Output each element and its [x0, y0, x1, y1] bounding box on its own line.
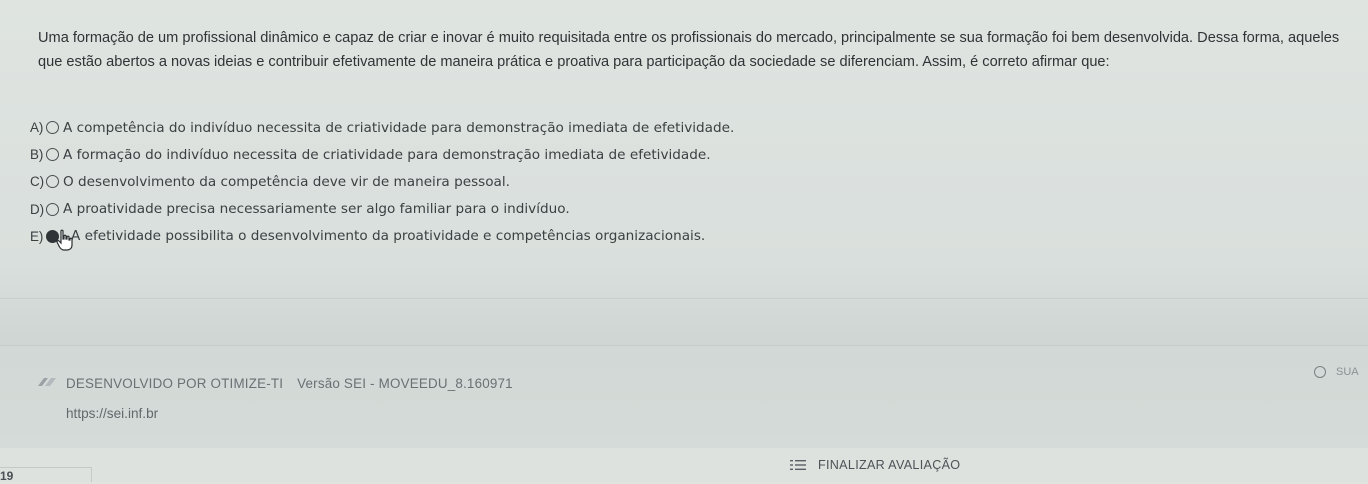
option-a-letter: A): [30, 120, 44, 136]
option-c-letter: C): [30, 174, 45, 190]
option-d-radio[interactable]: [46, 202, 59, 216]
option-b-text[interactable]: A formação do indivíduo necessita de cri…: [63, 147, 711, 163]
clock-icon: [1314, 366, 1326, 378]
page-number: 19: [0, 467, 92, 483]
option-e-text[interactable]: A efetividade possibilita o desenvolvime…: [71, 228, 705, 244]
section-divider: [0, 298, 1368, 299]
option-a[interactable]: A) A competência do indivíduo necessita …: [30, 114, 1030, 141]
list-check-icon: [790, 460, 806, 470]
option-b[interactable]: B) A formação do indivíduo necessita de …: [30, 141, 1030, 168]
option-b-radio[interactable]: [46, 148, 59, 162]
option-e[interactable]: E) A efetividade possibilita o desenvolv…: [30, 223, 1030, 251]
option-c[interactable]: C) O desenvolvimento da competência deve…: [30, 168, 1030, 195]
footer-right-label: SUA: [1336, 366, 1359, 378]
sei-logo-icon: [38, 378, 56, 386]
bottom-bar: 19 FINALIZAR AVALIAÇÃO: [0, 448, 1368, 483]
option-d[interactable]: D) A proatividade precisa necessariament…: [30, 196, 1030, 223]
option-d-letter: D): [30, 201, 45, 217]
option-a-text[interactable]: A competência do indivíduo necessita de …: [63, 120, 734, 136]
hand-pointer-icon: [56, 229, 73, 251]
footer-developer: DESENVOLVIDO POR OTIMIZE-TI Versão SEI -…: [66, 376, 513, 391]
option-a-radio[interactable]: [46, 121, 59, 135]
developer-label: DESENVOLVIDO POR OTIMIZE-TI: [66, 376, 284, 391]
finish-evaluation-button[interactable]: FINALIZAR AVALIAÇÃO: [790, 458, 960, 472]
version-label: Versão SEI - MOVEEDU_8.160971: [297, 376, 513, 391]
footer: DESENVOLVIDO POR OTIMIZE-TI Versão SEI -…: [0, 345, 1368, 449]
option-b-letter: B): [30, 147, 44, 163]
footer-right-info: SUA: [1314, 366, 1359, 378]
footer-url-link[interactable]: https://sei.inf.br: [66, 406, 158, 421]
option-d-text[interactable]: A proatividade precisa necessariamente s…: [63, 201, 570, 217]
finish-evaluation-label: FINALIZAR AVALIAÇÃO: [818, 458, 961, 472]
option-c-radio[interactable]: [46, 175, 59, 189]
answer-options: A) A competência do indivíduo necessita …: [30, 114, 1030, 251]
option-e-letter: E): [30, 228, 44, 244]
option-c-text[interactable]: O desenvolvimento da competência deve vi…: [63, 174, 510, 190]
question-text: Uma formação de um profissional dinâmico…: [38, 30, 1340, 70]
